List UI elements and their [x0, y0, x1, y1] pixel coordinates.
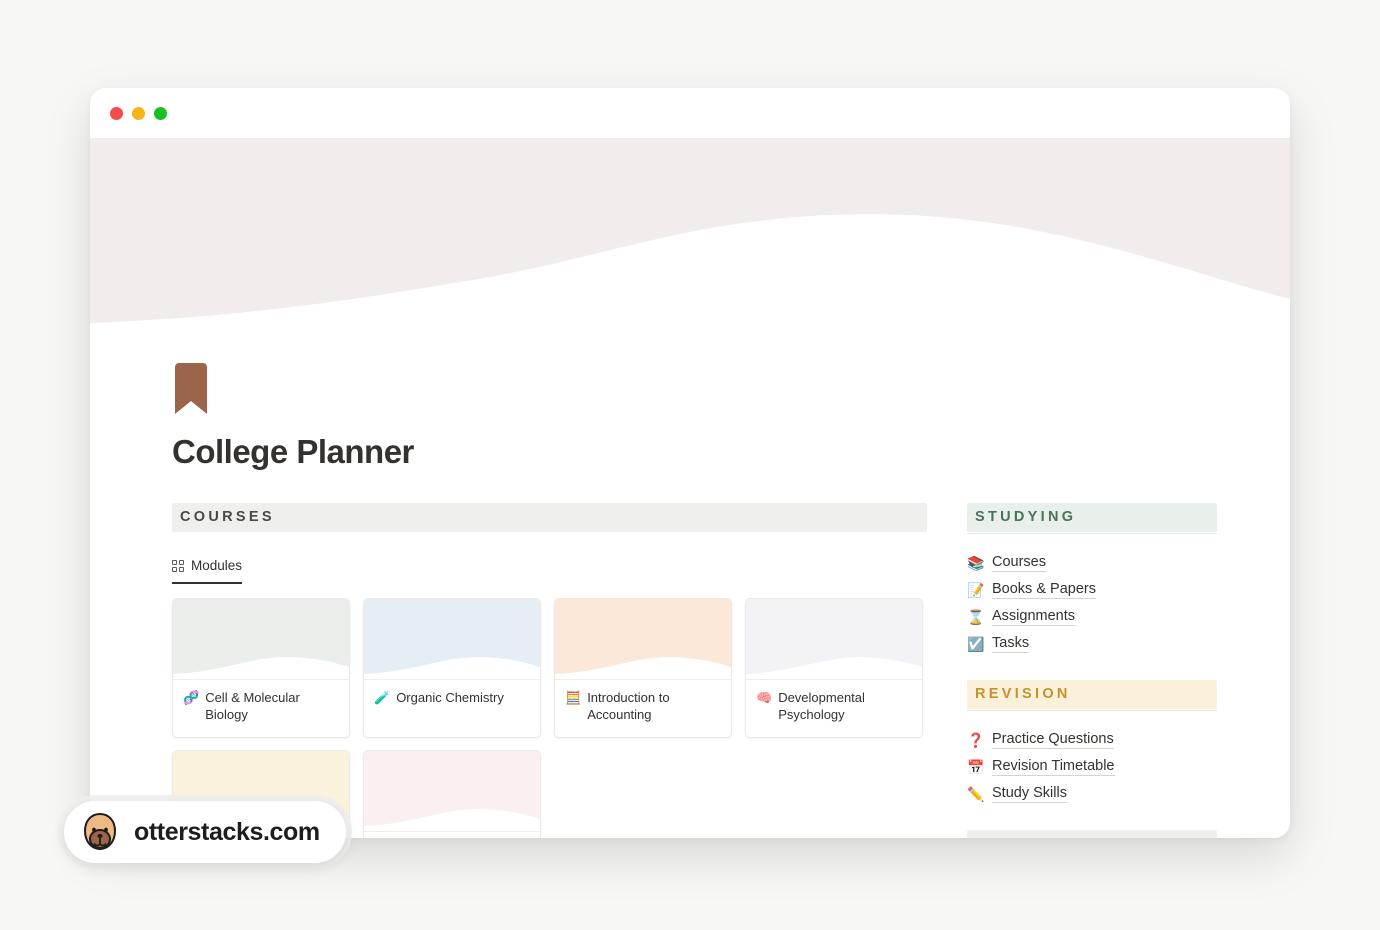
sidebar-item-revision-timetable[interactable]: 📅 Revision Timetable — [967, 754, 1217, 781]
sidebar-item-label: Assignments — [992, 608, 1076, 626]
sidebar-column: STUDYING 📚 Courses 📝 Books & Papers ⌛ As… — [967, 503, 1217, 838]
studying-links: 📚 Courses 📝 Books & Papers ⌛ Assignments… — [967, 550, 1217, 658]
card-cover — [746, 599, 922, 679]
sidebar-item-practice-questions[interactable]: ❓ Practice Questions — [967, 727, 1217, 754]
card-wave-shape — [746, 657, 922, 679]
notion-page: College Planner COURSES Modules 🧬 Cell &… — [90, 138, 1290, 838]
books-emoji: 📚 — [967, 554, 985, 571]
card-cover — [173, 599, 349, 679]
courses-column: COURSES Modules 🧬 Cell & Molecular Biolo… — [172, 503, 927, 838]
abacus-emoji: 🧮 — [565, 690, 582, 705]
sidebar-item-assignments[interactable]: ⌛ Assignments — [967, 604, 1217, 631]
otter-face-logo — [83, 812, 117, 851]
sidebar-item-study-skills[interactable]: ✏️ Study Skills — [967, 781, 1217, 808]
course-card[interactable]: 🧬 Cell & Molecular Biology — [172, 598, 350, 738]
card-title: Organic Chemistry — [396, 690, 504, 705]
cover-wave-shape — [90, 214, 1290, 338]
card-wave-shape — [555, 657, 731, 679]
page-title[interactable]: College Planner — [172, 433, 414, 471]
bookmark-ribbon-icon[interactable] — [172, 363, 210, 415]
memo-emoji: 📝 — [967, 581, 985, 598]
tab-modules[interactable]: Modules — [172, 558, 243, 584]
card-title: Developmental Psychology — [778, 690, 865, 722]
course-card[interactable]: 🧪 Organic Chemistry — [363, 598, 541, 738]
watermark-badge: otterstacks.com — [64, 801, 346, 863]
hourglass-emoji: ⌛ — [967, 608, 985, 625]
card-body: 🧮 Introduction to Accounting — [555, 679, 731, 737]
sidebar-item-books-papers[interactable]: 📝 Books & Papers — [967, 577, 1217, 604]
minimize-window-button[interactable] — [132, 106, 145, 120]
divider — [967, 533, 1217, 534]
card-wave-shape — [173, 657, 349, 679]
info-heading: INFO — [967, 830, 1217, 838]
card-cover — [364, 751, 540, 831]
sidebar-item-label: Revision Timetable — [992, 758, 1115, 776]
database-view-tabs: Modules — [172, 558, 927, 584]
course-card[interactable]: 🎨 Marketing — [363, 750, 541, 838]
sidebar-item-tasks[interactable]: ☑️ Tasks — [967, 631, 1217, 658]
traffic-light-buttons — [110, 106, 167, 120]
card-wave-shape — [364, 657, 540, 679]
revision-links: ❓ Practice Questions 📅 Revision Timetabl… — [967, 727, 1217, 808]
dna-emoji: 🧬 — [183, 690, 200, 705]
close-window-button[interactable] — [110, 106, 123, 120]
card-body: 🧬 Cell & Molecular Biology — [173, 679, 349, 737]
card-wave-shape — [364, 809, 540, 831]
sidebar-item-courses[interactable]: 📚 Courses — [967, 550, 1217, 577]
card-body: 🧠 Developmental Psychology — [746, 679, 922, 737]
card-title: Introduction to Accounting — [587, 690, 670, 722]
courses-heading: COURSES — [172, 503, 927, 532]
sidebar-item-label: Practice Questions — [992, 731, 1114, 749]
sidebar-item-label: Books & Papers — [992, 581, 1096, 599]
card-cover — [555, 599, 731, 679]
watermark-text: otterstacks.com — [134, 817, 320, 846]
brain-emoji: 🧠 — [756, 690, 773, 705]
card-body: 🧪 Organic Chemistry — [364, 679, 540, 735]
sidebar-item-label: Tasks — [992, 635, 1030, 653]
card-cover — [364, 599, 540, 679]
card-body: 🎨 Marketing — [364, 831, 540, 838]
question-mark-emoji: ❓ — [967, 731, 985, 748]
page-columns: COURSES Modules 🧬 Cell & Molecular Biolo… — [172, 503, 1220, 838]
studying-heading: STUDYING — [967, 503, 1217, 532]
window-titlebar — [90, 88, 1290, 138]
course-card[interactable]: 🧮 Introduction to Accounting — [554, 598, 732, 738]
maximize-window-button[interactable] — [154, 106, 167, 120]
revision-heading: REVISION — [967, 680, 1217, 709]
gallery-grid-icon — [172, 559, 184, 572]
tab-modules-label: Modules — [191, 558, 243, 573]
test-tube-emoji: 🧪 — [374, 690, 391, 705]
divider — [967, 710, 1217, 711]
checkbox-emoji: ☑️ — [967, 635, 985, 652]
sidebar-item-label: Study Skills — [992, 785, 1067, 803]
browser-window: College Planner COURSES Modules 🧬 Cell &… — [90, 88, 1290, 838]
calendar-emoji: 📅 — [967, 758, 985, 775]
sidebar-item-label: Courses — [992, 554, 1046, 572]
card-title: Cell & Molecular Biology — [205, 690, 300, 722]
course-card[interactable]: 🧠 Developmental Psychology — [745, 598, 923, 738]
page-cover[interactable] — [90, 138, 1290, 338]
pencil-emoji: ✏️ — [967, 785, 985, 802]
